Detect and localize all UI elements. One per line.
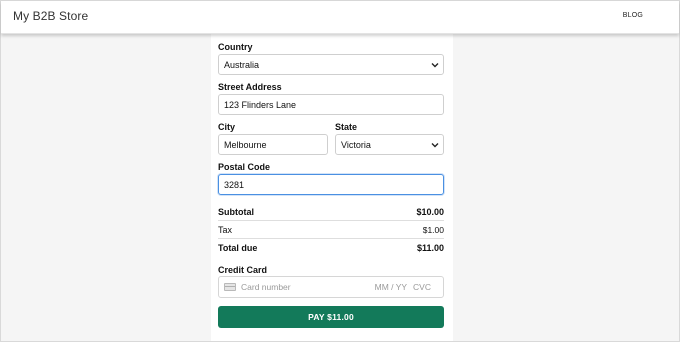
tax-value: $1.00 [422,224,444,235]
top-nav-bar: My B2B Store BLOG [1,1,679,34]
total-due-value: $11.00 [416,242,444,253]
street-address-value: 123 Flinders Lane [224,99,297,110]
state-select[interactable]: Victoria [335,134,444,155]
brand-link[interactable]: My B2B Store [13,9,88,23]
tax-row: Tax $1.00 [218,221,444,238]
credit-card-icon [224,283,236,291]
nav-link-blog[interactable]: BLOG [623,12,643,19]
subtotal-row: Subtotal $10.00 [218,203,444,220]
country-select[interactable]: Australia [218,54,444,75]
tax-label: Tax [218,224,233,235]
total-due-label: Total due [218,242,258,253]
street-address-input[interactable]: 123 Flinders Lane [218,94,444,115]
page-content: Country Australia Street Address 123 Fli… [1,34,679,341]
country-value: Australia [224,59,260,70]
city-label: City [218,122,236,132]
subtotal-value: $10.00 [416,206,444,217]
state-value: Victoria [341,139,371,150]
city-input[interactable]: Melbourne [218,134,328,155]
credit-card-input[interactable]: Card number MM / YY CVC [218,276,444,298]
total-due-row: Total due $11.00 [218,239,444,256]
pay-button[interactable]: PAY $11.00 [218,306,444,328]
card-number-placeholder[interactable]: Card number [241,282,375,292]
state-label: State [335,122,358,132]
postal-code-label: Postal Code [218,162,271,172]
expiry-placeholder[interactable]: MM / YY [375,282,407,292]
subtotal-label: Subtotal [218,206,254,217]
chevron-down-icon [427,135,443,154]
chevron-down-icon [427,55,443,74]
credit-card-label: Credit Card [218,265,268,275]
postal-code-input[interactable]: 3281 [218,174,444,195]
postal-code-value: 3281 [224,179,245,190]
street-label: Street Address [218,82,282,92]
cvc-placeholder[interactable]: CVC [413,282,431,292]
country-label: Country [218,42,253,52]
checkout-form: Country Australia Street Address 123 Fli… [211,34,453,341]
city-value: Melbourne [224,139,267,150]
